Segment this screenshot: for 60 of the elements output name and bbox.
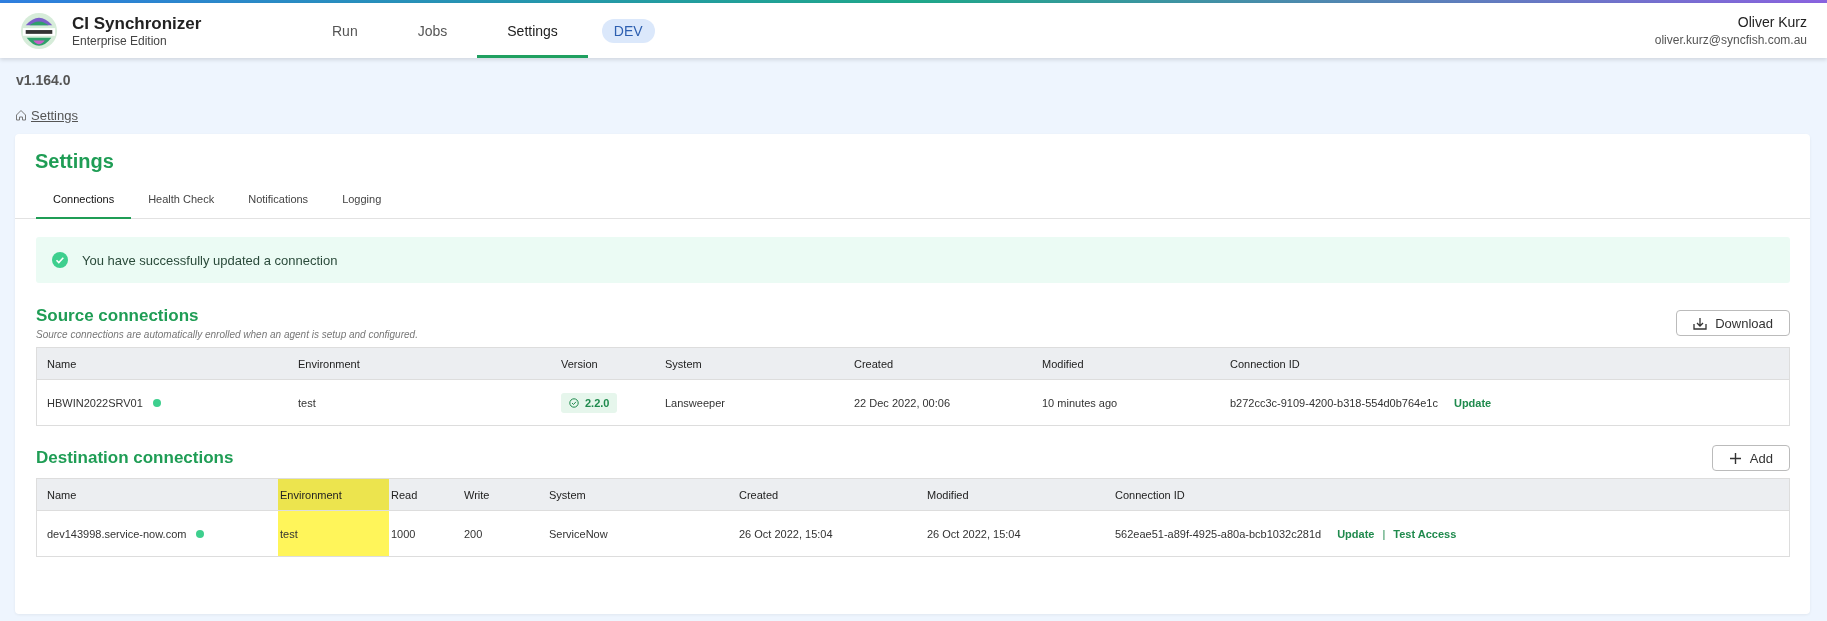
app-subtitle: Enterprise Edition — [72, 33, 168, 48]
column-header: Write — [463, 487, 491, 503]
download-button[interactable]: Download — [1676, 310, 1790, 336]
column-header: Version — [560, 356, 599, 372]
check-circle-icon — [569, 397, 579, 408]
column-header: Environment — [297, 356, 361, 372]
column-header: Environment — [278, 479, 389, 510]
column-header: Created — [738, 487, 780, 503]
plus-icon — [1728, 451, 1742, 465]
user-name: Oliver Kurz — [1737, 14, 1807, 30]
section-heading: Destination connections — [36, 448, 234, 468]
column-header: Connection ID — [1114, 487, 1186, 503]
table-cell: Lansweeper — [665, 396, 725, 409]
column-header: Name — [46, 487, 78, 503]
column-header: Connection ID — [1229, 356, 1301, 372]
check-circle-icon — [52, 252, 68, 268]
table-cell: test — [280, 527, 298, 540]
table-cell: 26 Oct 2022, 15:04 — [739, 527, 833, 540]
breadcrumb-link[interactable]: Settings — [31, 107, 78, 123]
column-header: Read — [390, 487, 419, 503]
app-title: CI Synchronizer — [72, 13, 203, 34]
environment-badge: DEV — [601, 18, 655, 43]
download-icon — [1693, 316, 1708, 330]
table-cell: 22 Dec 2022, 00:06 — [854, 396, 951, 409]
table-cell: dev143998.service-now.com — [47, 527, 187, 540]
column-header: System — [664, 356, 703, 372]
action-link[interactable]: Update — [1453, 396, 1492, 409]
table-cell: 10 minutes ago — [1042, 396, 1118, 409]
column-header: Name — [46, 356, 78, 372]
nav-tab[interactable]: Run — [302, 3, 388, 58]
action-link[interactable]: Update — [1337, 527, 1375, 540]
section-heading: Source connections — [36, 306, 200, 326]
section-description: Source connections are automatically enrolled when an agent is setup and configured. — [36, 329, 418, 340]
column-header: Modified — [926, 487, 970, 503]
settings-tab[interactable]: Health Check — [131, 183, 232, 219]
settings-tab[interactable]: Logging — [325, 183, 399, 219]
page-title: Settings — [35, 150, 115, 173]
column-header: Created — [853, 356, 895, 372]
home-icon — [15, 109, 27, 121]
table-cell: 1000 — [391, 527, 416, 540]
add-button[interactable]: Add — [1711, 445, 1790, 471]
separator: | — [1382, 527, 1386, 540]
version-badge: 2.2.0 — [561, 392, 618, 413]
success-alert: You have successfully updated a connection — [36, 237, 1790, 283]
table-cell: 26 Oct 2022, 15:04 — [927, 527, 1021, 540]
table-cell: HBWIN2022SRV01 — [47, 396, 143, 409]
settings-tab[interactable]: Notifications — [231, 183, 326, 219]
column-header: System — [548, 487, 587, 503]
version-label: v1.164.0 — [16, 72, 71, 88]
table-cell: b272cc3c-9109-4200-b318-554d0b764e1c — [1230, 396, 1438, 409]
settings-tab[interactable]: Connections — [36, 183, 132, 219]
table-cell: 562eae51-a89f-4925-a80a-bcb1032c281d — [1115, 527, 1322, 540]
table-cell: ServiceNow — [549, 527, 608, 540]
column-header: Modified — [1041, 356, 1085, 372]
table-cell: test — [298, 396, 316, 409]
action-link[interactable]: Test Access — [1393, 527, 1457, 540]
table-cell: 200 — [464, 527, 483, 540]
nav-tab[interactable]: Jobs — [387, 3, 478, 58]
user-email: oliver.kurz@syncfish.com.au — [1654, 33, 1807, 47]
nav-tab[interactable]: Settings — [477, 3, 588, 58]
